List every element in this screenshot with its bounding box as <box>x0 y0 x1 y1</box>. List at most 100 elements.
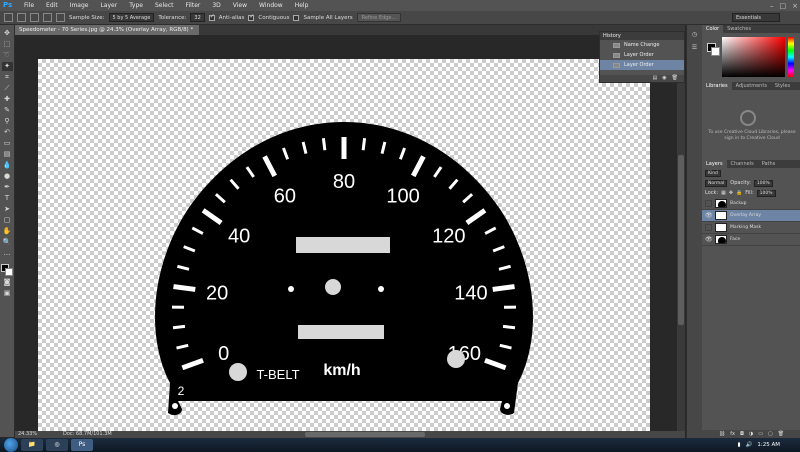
layer-row[interactable]: Marking Mask <box>702 222 800 234</box>
foreground-background-colors[interactable] <box>1 264 13 276</box>
document-info[interactable]: Doc: 68.7M/101.3M <box>63 431 112 438</box>
lock-position-icon[interactable]: ✥ <box>729 190 733 196</box>
new-layer-icon[interactable]: ▢ <box>768 430 773 438</box>
tolerance-input[interactable]: 32 <box>190 13 205 22</box>
tab-color[interactable]: Color <box>702 25 724 33</box>
intersect-selection-icon[interactable] <box>56 13 65 22</box>
snapshot-icon[interactable]: ◉ <box>662 75 666 82</box>
subtract-selection-icon[interactable] <box>43 13 52 22</box>
zoom-level[interactable]: 24.33% <box>18 431 37 438</box>
new-document-from-state-icon[interactable]: ▤ <box>653 75 658 82</box>
eyedropper-tool-icon[interactable]: ⟋ <box>2 84 13 93</box>
history-brush-tool-icon[interactable]: ↶ <box>2 128 13 137</box>
layer-row-selected[interactable]: 👁 Overlay Array <box>702 210 800 222</box>
history-item-selected[interactable]: Layer Order <box>600 60 684 70</box>
minimize-button[interactable]: – <box>770 2 774 10</box>
opacity-input[interactable]: 100% <box>753 179 773 187</box>
adjustment-layer-icon[interactable]: ◑ <box>749 430 753 438</box>
history-item[interactable]: Layer Order <box>600 50 684 60</box>
gradient-tool-icon[interactable]: ▤ <box>2 150 13 159</box>
blend-mode-select[interactable]: Normal <box>705 179 728 187</box>
crop-tool-icon[interactable]: ⌗ <box>2 73 13 82</box>
sample-size-select[interactable]: 5 by 5 Average <box>108 13 155 22</box>
menu-layer[interactable]: Layer <box>94 0 123 11</box>
magic-wand-tool-icon[interactable] <box>4 13 13 22</box>
visibility-toggle[interactable] <box>705 224 712 231</box>
marquee-tool-icon[interactable]: ⬚ <box>2 40 13 49</box>
antialias-checkbox[interactable] <box>208 13 215 21</box>
new-group-icon[interactable]: ▭ <box>758 430 763 438</box>
properties-panel-icon[interactable]: ☰ <box>692 44 697 51</box>
menu-view[interactable]: View <box>227 0 253 11</box>
history-item[interactable]: Name Change <box>600 40 684 50</box>
refine-edge-button[interactable]: Refine Edge... <box>356 13 402 22</box>
clone-stamp-tool-icon[interactable]: ⚲ <box>2 117 13 126</box>
eye-icon[interactable]: 👁 <box>705 236 713 243</box>
blur-tool-icon[interactable]: 💧 <box>2 161 13 170</box>
pen-tool-icon[interactable]: ✒ <box>2 183 13 192</box>
canvas-vertical-scrollbar[interactable] <box>677 35 685 431</box>
menu-file[interactable]: File <box>18 0 40 11</box>
menu-3d[interactable]: 3D <box>206 0 226 11</box>
visibility-toggle[interactable] <box>705 200 712 207</box>
eraser-tool-icon[interactable]: ▭ <box>2 139 13 148</box>
zoom-tool-icon[interactable]: 🔍 <box>2 238 13 247</box>
maximize-button[interactable]: □ <box>780 2 787 10</box>
history-panel-title[interactable]: History <box>600 32 684 40</box>
layer-style-icon[interactable]: fx <box>730 430 735 438</box>
lasso-tool-icon[interactable]: ➰ <box>2 51 13 60</box>
quick-mask-icon[interactable]: ◙ <box>2 278 13 287</box>
brush-tool-icon[interactable]: ✎ <box>2 106 13 115</box>
sample-all-layers-checkbox[interactable] <box>293 14 300 21</box>
menu-window[interactable]: Window <box>253 0 289 11</box>
magic-wand-tool-icon[interactable]: ✦ <box>1 62 13 71</box>
menu-select[interactable]: Select <box>149 0 180 11</box>
healing-brush-tool-icon[interactable]: ✚ <box>2 95 13 104</box>
hand-tool-icon[interactable]: ✋ <box>2 227 13 236</box>
network-icon[interactable]: ▮ <box>738 442 741 448</box>
clock[interactable]: 1:25 AM <box>757 442 780 448</box>
type-tool-icon[interactable]: T <box>2 194 13 203</box>
canvas-area[interactable]: 0 20 40 60 80 100 120 140 160 T-BELT km/h 2 <box>15 35 677 431</box>
document-canvas[interactable]: 0 20 40 60 80 100 120 140 160 T-BELT km/h 2 <box>38 59 650 431</box>
tab-styles[interactable]: Styles <box>771 82 794 90</box>
layer-row[interactable]: Backup <box>702 198 800 210</box>
volume-icon[interactable]: 🔊 <box>746 442 753 448</box>
contiguous-checkbox[interactable] <box>248 13 254 21</box>
vertical-scroll-thumb[interactable] <box>678 155 684 325</box>
background-color-swatch[interactable] <box>5 268 13 276</box>
history-panel-icon[interactable]: ◷ <box>692 31 697 38</box>
dodge-tool-icon[interactable]: ● <box>2 172 13 181</box>
color-picker-field[interactable] <box>722 37 785 77</box>
tab-adjustments[interactable]: Adjustments <box>732 82 771 90</box>
delete-layer-icon[interactable]: 🗑 <box>778 430 784 438</box>
hue-slider[interactable] <box>788 37 794 77</box>
color-background-swatch[interactable] <box>711 47 720 56</box>
photoshop-taskbar-icon[interactable]: Ps <box>71 439 93 451</box>
link-layers-icon[interactable]: ⛓ <box>719 430 725 438</box>
add-mask-icon[interactable]: ◘ <box>740 430 744 438</box>
add-selection-icon[interactable] <box>30 13 39 22</box>
tab-paths[interactable]: Paths <box>758 160 780 168</box>
lock-all-icon[interactable]: 🔒 <box>736 190 742 196</box>
layer-row[interactable]: 👁 Face <box>702 234 800 246</box>
menu-filter[interactable]: Filter <box>180 0 207 11</box>
document-tab[interactable]: Speedometer - 70 Series.jpg @ 24.3% (Ove… <box>15 25 200 35</box>
menu-image[interactable]: Image <box>64 0 95 11</box>
path-selection-tool-icon[interactable]: ➤ <box>2 205 13 214</box>
menu-help[interactable]: Help <box>289 0 315 11</box>
explorer-taskbar-icon[interactable]: 📁 <box>21 439 43 451</box>
start-button[interactable] <box>4 438 18 452</box>
menu-edit[interactable]: Edit <box>40 0 64 11</box>
more-tools-icon[interactable]: … <box>2 249 13 258</box>
tab-channels[interactable]: Channels <box>727 160 758 168</box>
layer-kind-filter[interactable]: Kind <box>705 169 721 177</box>
tab-layers[interactable]: Layers <box>702 160 727 168</box>
move-tool-icon[interactable]: ✥ <box>2 29 13 38</box>
eye-icon[interactable]: 👁 <box>705 212 713 219</box>
shape-tool-icon[interactable]: ▢ <box>2 216 13 225</box>
screen-mode-icon[interactable]: ▣ <box>2 289 13 298</box>
workspace-select[interactable]: Essentials <box>732 13 780 22</box>
menu-type[interactable]: Type <box>123 0 149 11</box>
horizontal-scroll-thumb[interactable] <box>305 432 425 437</box>
